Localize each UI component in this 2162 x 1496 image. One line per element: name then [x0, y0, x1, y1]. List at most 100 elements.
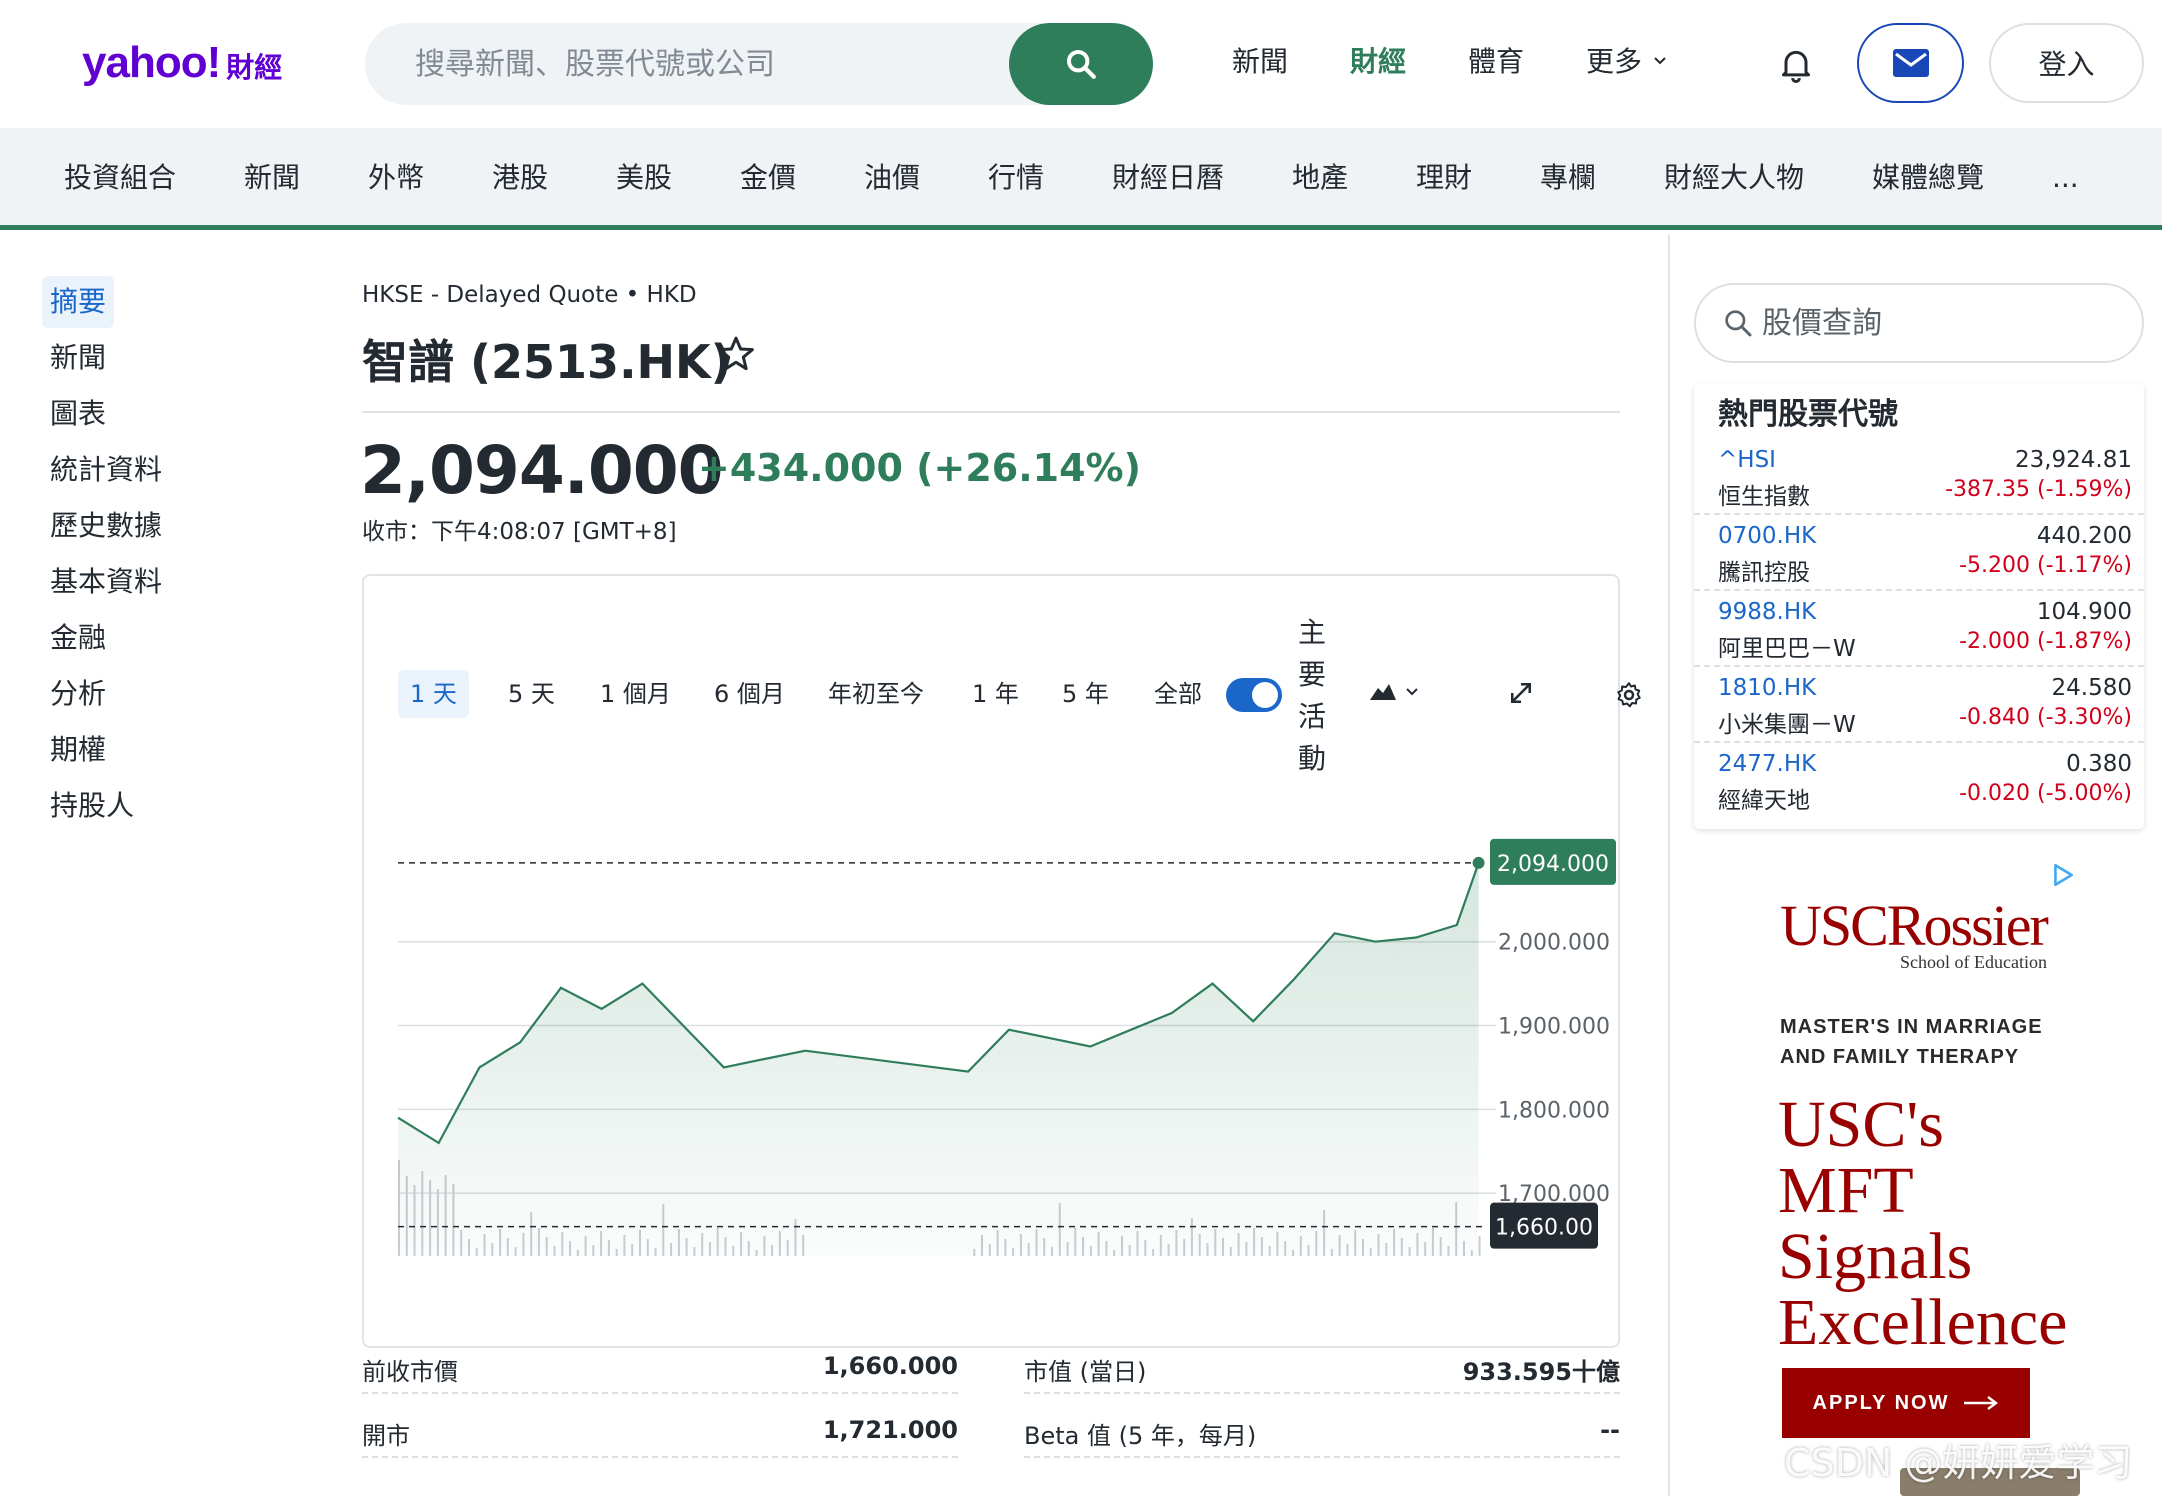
search-icon — [1725, 310, 1752, 337]
ticker-name: 經緯天地 — [1718, 788, 1810, 814]
ad-subtitle: MASTER'S IN MARRIAGE AND FAMILY THERAPY — [1780, 1012, 2043, 1072]
bell-icon[interactable] — [1776, 44, 1816, 84]
stat-value: 1,721.000 — [822, 1416, 958, 1444]
sidenav-news[interactable]: 新聞 — [42, 332, 114, 384]
subnav-more[interactable]: ... — [2052, 128, 2079, 228]
subnav-finance-figures[interactable]: 財經大人物 — [1664, 128, 1804, 228]
expand-icon[interactable] — [1506, 678, 1536, 708]
key-events-label: 主要活動 — [1297, 616, 1326, 775]
stat-value: -- — [1600, 1416, 1620, 1444]
range-1d[interactable]: 1 天 — [398, 670, 469, 718]
range-5y[interactable]: 5 年 — [1050, 670, 1121, 718]
chevron-down-icon — [1654, 57, 1666, 65]
ticker-change: -0.840 (-3.30%) — [1959, 705, 2132, 730]
subnav-oil[interactable]: 油價 — [864, 128, 920, 228]
range-5d[interactable]: 5 天 — [496, 670, 567, 718]
subnav-property[interactable]: 地產 — [1292, 128, 1348, 228]
ad-choices-icon[interactable] — [2050, 862, 2076, 888]
trending-row[interactable]: 0700.HK 騰訊控股 440.200 -5.200 (-1.17%) — [1694, 515, 2144, 591]
trending-row[interactable]: 1810.HK 小米集團－W 24.580 -0.840 (-3.30%) — [1694, 667, 2144, 743]
gear-icon[interactable] — [1614, 680, 1644, 710]
sidenav-options[interactable]: 期權 — [42, 724, 114, 776]
ad-brand: USCRossier — [1780, 893, 2049, 958]
nav-news[interactable]: 新聞 — [1232, 40, 1288, 80]
ad-apply-button[interactable]: APPLY NOW — [1782, 1368, 2030, 1438]
subnav-columns[interactable]: 專欄 — [1540, 128, 1596, 228]
subnav-media[interactable]: 媒體總覽 — [1872, 128, 1984, 228]
sidenav-statistics[interactable]: 統計資料 — [42, 444, 170, 496]
range-6m[interactable]: 6 個月 — [702, 670, 797, 718]
trending-row[interactable]: 2477.HK 經緯天地 0.380 -0.020 (-5.00%) — [1694, 743, 2144, 819]
sidenav-holders[interactable]: 持股人 — [42, 780, 142, 832]
prev-close-badge-label: 1,660.00 — [1495, 1216, 1593, 1241]
sidenav-chart[interactable]: 圖表 — [42, 388, 114, 440]
stat-previous-close: 前收市價 1,660.000 — [362, 1334, 958, 1394]
price-chart[interactable]: 2,000.0001,900.0001,800.0001,700.000上午10… — [364, 796, 1664, 1276]
ad-headline-line: MFT — [1778, 1154, 1914, 1227]
search-icon — [1066, 49, 1096, 79]
ticker-symbol[interactable]: 1810.HK — [1718, 675, 1816, 701]
ticker-symbol[interactable]: 2477.HK — [1718, 751, 1816, 777]
ticker-symbol[interactable]: ^HSI — [1718, 447, 1776, 473]
range-ytd[interactable]: 年初至今 — [816, 670, 936, 718]
stat-value: 933.595十億 — [1462, 1358, 1620, 1386]
nav-finance[interactable]: 財經 — [1350, 40, 1406, 80]
ticker-change: -2.000 (-1.87%) — [1959, 629, 2132, 654]
sub-navigation: 投資組合 新聞 外幣 港股 美股 金價 油價 行情 財經日曆 地產 理財 專欄 … — [0, 128, 2162, 230]
sidenav-financials[interactable]: 金融 — [42, 612, 114, 664]
trending-row[interactable]: 9988.HK 阿里巴巴－W 104.900 -2.000 (-1.87%) — [1694, 591, 2144, 667]
search-button[interactable] — [1009, 23, 1153, 105]
stat-market-cap: 市值 (當日) 933.595十億 — [1024, 1334, 1620, 1394]
subnav-news[interactable]: 新聞 — [244, 128, 300, 228]
range-1y[interactable]: 1 年 — [960, 670, 1031, 718]
subnav-gold[interactable]: 金價 — [740, 128, 796, 228]
ticker-price: 104.900 — [2036, 599, 2132, 625]
subnav-market[interactable]: 行情 — [988, 128, 1044, 228]
price-chart-card: 1 天 5 天 1 個月 6 個月 年初至今 1 年 5 年 全部 主要活動 2… — [362, 574, 1641, 1348]
quote-title: 智譜 (2513.HK) — [362, 335, 732, 389]
search-input[interactable] — [415, 23, 1015, 105]
sidenav-analysis[interactable]: 分析 — [42, 668, 114, 720]
subnav-calendar[interactable]: 財經日曆 — [1112, 128, 1224, 228]
ticker-change: -5.200 (-1.17%) — [1959, 553, 2132, 578]
trending-row[interactable]: ^HSI 恒生指數 23,924.81 -387.35 (-1.59%) — [1694, 439, 2144, 515]
y-tick-label: 1,800.000 — [1498, 1098, 1610, 1123]
logo-sub: 財經 — [226, 51, 283, 84]
subnav-forex[interactable]: 外幣 — [368, 128, 424, 228]
chevron-down-icon — [1406, 688, 1418, 696]
stat-label: 市值 (當日) — [1024, 1358, 1147, 1386]
star-icon[interactable] — [716, 334, 756, 374]
current-price-badge-label: 2,094.000 — [1497, 852, 1609, 877]
chart-type-dropdown[interactable] — [1368, 680, 1420, 702]
quote-lookup-input[interactable] — [1762, 285, 2122, 361]
subnav-hk-stocks[interactable]: 港股 — [492, 128, 548, 228]
key-events-toggle[interactable] — [1226, 678, 1282, 712]
ticker-symbol[interactable]: 9988.HK — [1718, 599, 1816, 625]
mail-button[interactable] — [1857, 23, 1964, 103]
sidenav-summary[interactable]: 摘要 — [42, 276, 115, 328]
watermark: CSDN @妍妍爱学习 — [1784, 1441, 2133, 1485]
sidenav-profile[interactable]: 基本資料 — [42, 556, 170, 608]
ticker-name: 騰訊控股 — [1718, 560, 1810, 586]
stat-label: 開市 — [362, 1422, 410, 1450]
subnav-us-stocks[interactable]: 美股 — [616, 128, 672, 228]
nav-more[interactable]: 更多 — [1586, 40, 1668, 80]
logo-text: yahoo! — [82, 38, 221, 87]
range-1m[interactable]: 1 個月 — [588, 670, 683, 718]
subnav-personal-finance[interactable]: 理財 — [1416, 128, 1472, 228]
sidenav-historical-data[interactable]: 歷史數據 — [42, 500, 170, 552]
advertisement[interactable]: USCRossier School of Education MASTER'S … — [1760, 856, 2100, 1496]
range-all[interactable]: 全部 — [1142, 670, 1214, 718]
subnav-portfolio[interactable]: 投資組合 — [64, 128, 176, 228]
yahoo-finance-logo[interactable]: yahoo! 財經 — [82, 38, 282, 90]
login-button[interactable]: 登入 — [1989, 23, 2144, 103]
ticker-symbol[interactable]: 0700.HK — [1718, 523, 1816, 549]
toggle-knob — [1252, 682, 1278, 708]
ticker-price: 0.380 — [2066, 751, 2132, 777]
stat-label: Beta 值 (5 年，每月) — [1024, 1422, 1257, 1450]
y-tick-label: 1,900.000 — [1498, 1015, 1610, 1040]
ticker-change: -0.020 (-5.00%) — [1959, 781, 2132, 806]
quote-lookup — [1694, 283, 2144, 363]
nav-more-label: 更多 — [1586, 45, 1643, 78]
nav-sports[interactable]: 體育 — [1468, 40, 1524, 80]
